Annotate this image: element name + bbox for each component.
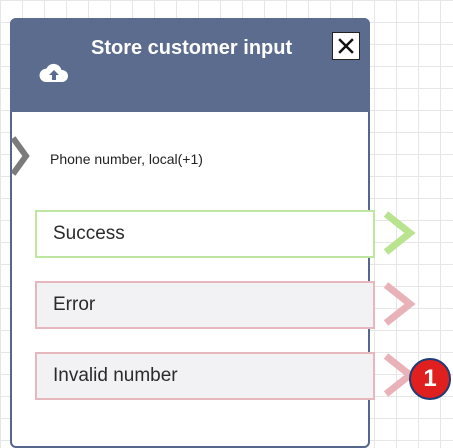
error-label: Error [53,294,96,315]
block-header: Store customer input [10,18,370,112]
error-branch[interactable]: Error [35,281,375,329]
cloud-upload-icon [39,63,68,82]
invalid-number-branch[interactable]: Invalid number [35,352,375,400]
error-output-connector[interactable] [382,281,418,327]
store-customer-input-block[interactable]: Store customer input Phone number, local… [10,18,416,448]
success-output-connector[interactable] [382,210,418,256]
block-title: Store customer input [91,37,293,59]
input-type-label: Phone number, local(+1) [50,151,203,167]
success-branch[interactable]: Success [35,210,375,258]
warning-badge: 1 [409,358,451,400]
close-button[interactable] [332,32,360,60]
invalid-number-label: Invalid number [53,365,178,386]
input-connector[interactable] [10,134,40,178]
success-label: Success [53,223,125,244]
close-icon [338,38,354,54]
